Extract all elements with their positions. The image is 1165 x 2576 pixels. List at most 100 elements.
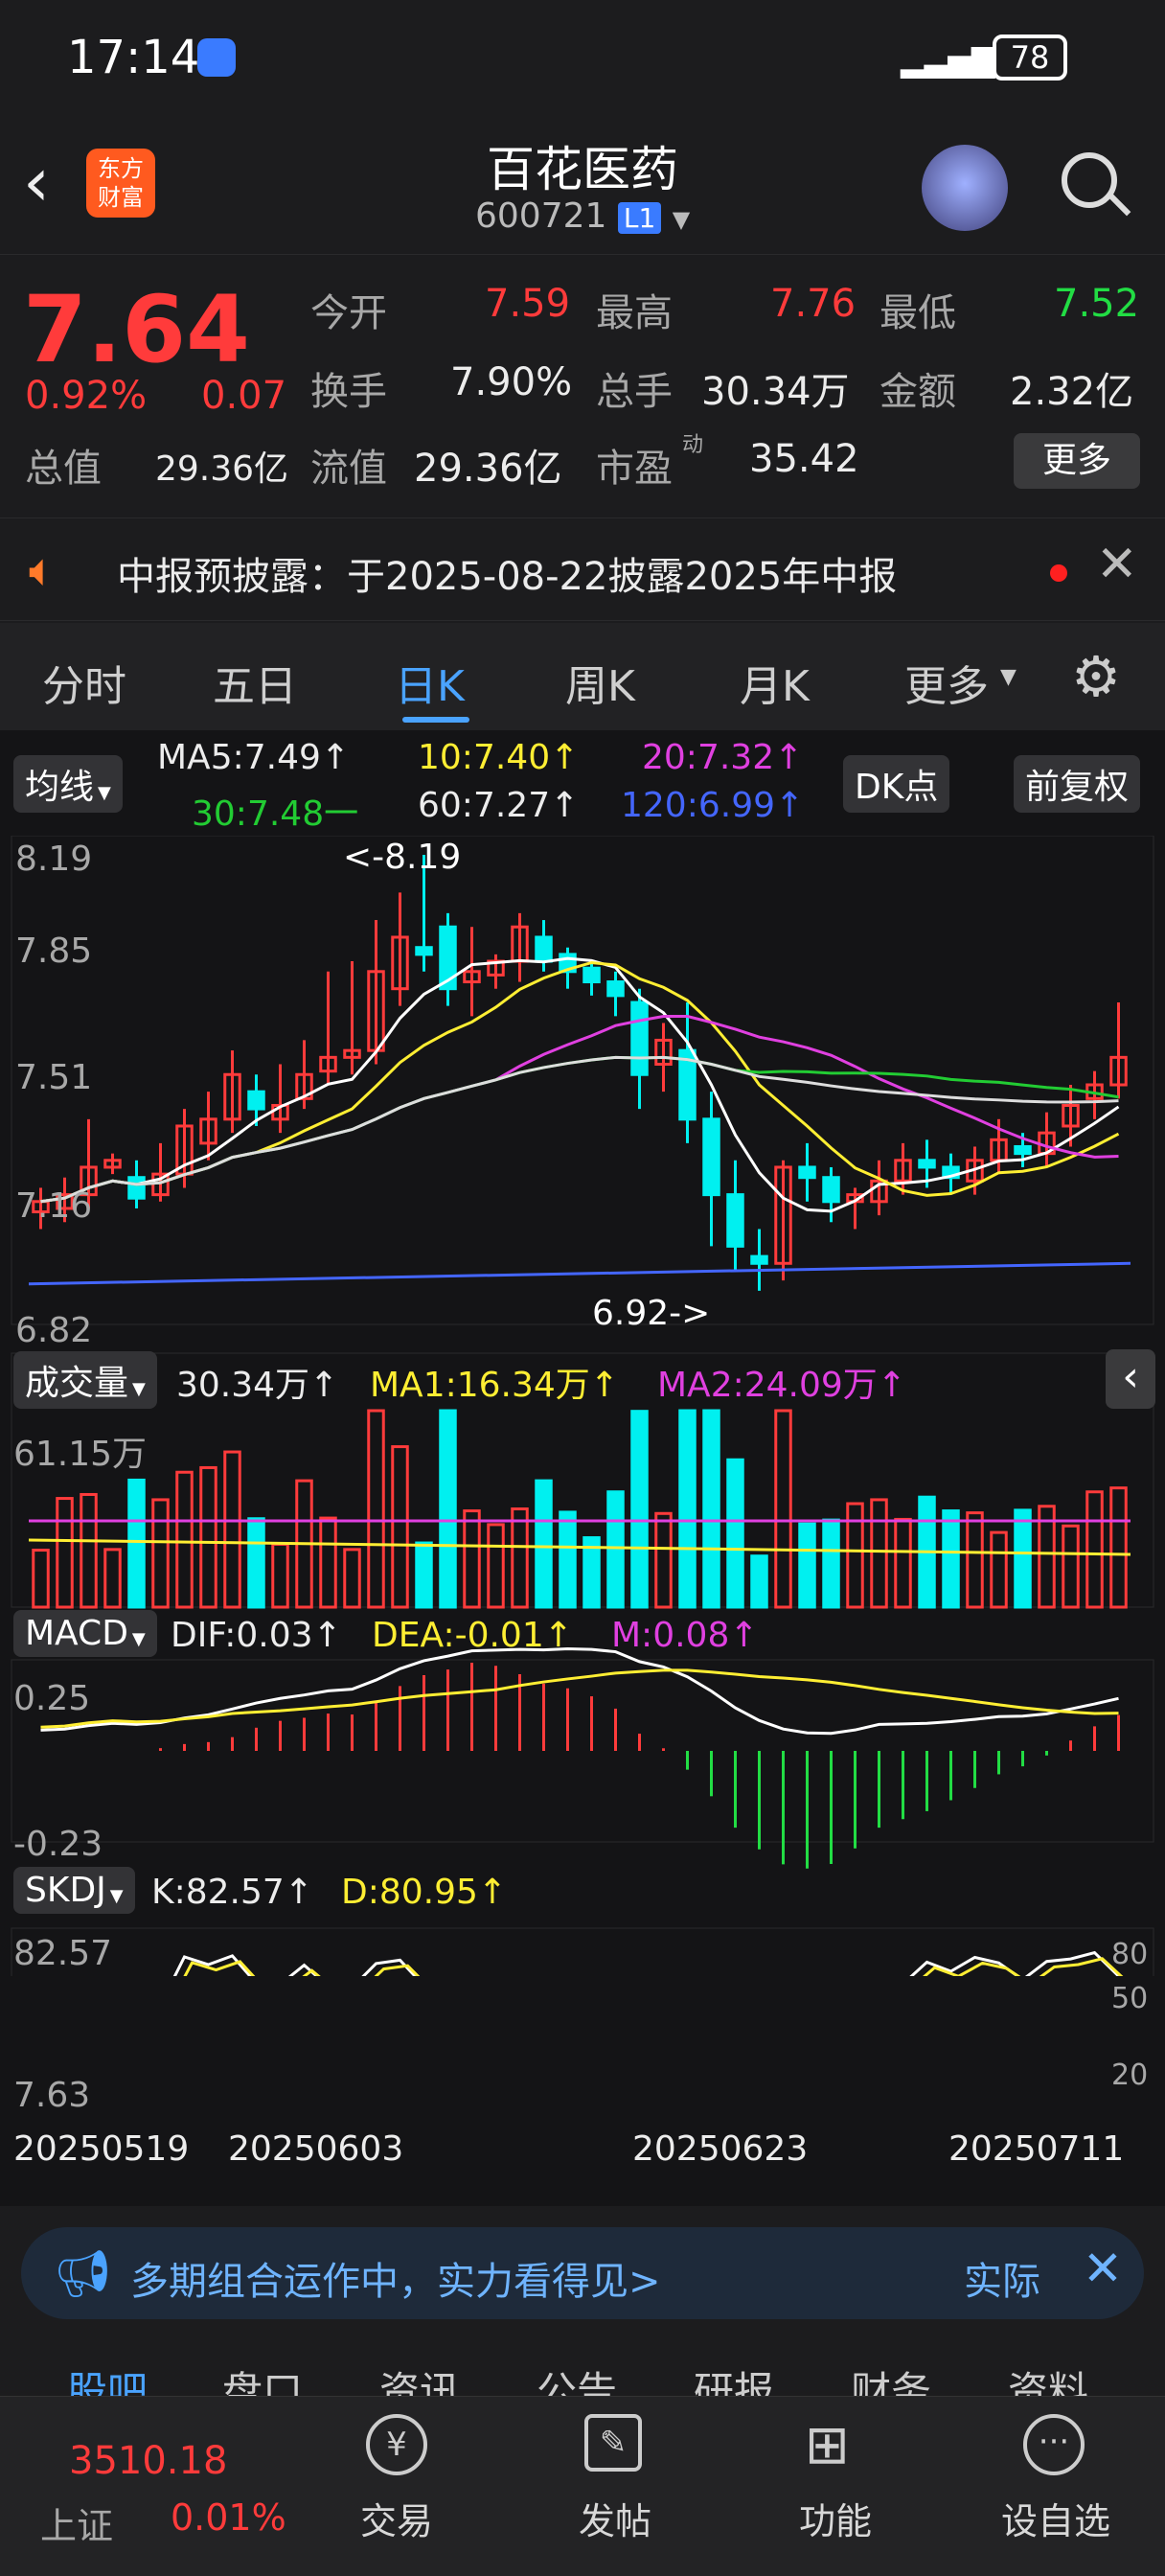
price-axis-max: 8.19 bbox=[15, 840, 93, 879]
volume-label: 总手 bbox=[596, 370, 673, 414]
collapse-panel-button[interactable]: ‹ bbox=[1106, 1349, 1155, 1409]
price-axis-min: 6.82 bbox=[15, 1311, 93, 1350]
status-time: 17:14 bbox=[67, 31, 200, 84]
volume-bar bbox=[439, 1409, 457, 1609]
ma20-label: 20:7.32↑ bbox=[642, 738, 804, 777]
tab-five-day[interactable]: 五日 bbox=[213, 652, 297, 713]
amount-value: 2.32亿 bbox=[1010, 370, 1134, 414]
nav-function[interactable]: 功能 bbox=[768, 2492, 902, 2544]
pe-sup: 动 bbox=[682, 433, 704, 457]
price-change: 0.07 bbox=[201, 374, 287, 418]
price-axis-2: 7.85 bbox=[15, 932, 93, 971]
low-label: 最低 bbox=[879, 291, 956, 335]
volume-ma1-line bbox=[28, 1538, 1131, 1556]
sub-tab-research[interactable]: 研报 bbox=[694, 2359, 774, 2396]
sub-tabs: 股吧 盘口 资讯 公告 研报 财务 资料 bbox=[0, 2338, 1165, 2396]
nav-trade[interactable]: 交易 bbox=[330, 2492, 464, 2544]
volume-bar bbox=[990, 1530, 1008, 1609]
volume-bar bbox=[32, 1549, 50, 1609]
index-value[interactable]: 3510.18 bbox=[69, 2439, 227, 2483]
candle-body bbox=[702, 1117, 720, 1197]
turnover-value: 7.90% bbox=[450, 360, 573, 404]
close-icon[interactable]: ✕ bbox=[1083, 2241, 1123, 2296]
high-value: 7.76 bbox=[770, 282, 857, 326]
volume-bar bbox=[559, 1510, 577, 1609]
volume-ma2-label: MA2:24.09万↑ bbox=[657, 1366, 906, 1405]
period-tabs: 分时 五日 日K 周K 月K 更多 ▼ ⚙ bbox=[0, 623, 1165, 730]
date-label-3: 20250623 bbox=[632, 2129, 809, 2169]
skdj-level-20: 20 bbox=[1111, 2058, 1149, 2092]
notice-text: 中报预披露：于2025-08-22披露2025年中报 bbox=[117, 555, 898, 599]
tab-intraday[interactable]: 分时 bbox=[42, 652, 126, 713]
gear-icon[interactable]: ⚙ bbox=[1071, 644, 1121, 709]
tab-daily-k[interactable]: 日K bbox=[395, 652, 465, 713]
ad-banner[interactable]: 📢︎ 多期组合运作中，实力看得见> 实际 ✕ bbox=[21, 2227, 1144, 2319]
close-icon[interactable]: ✕ bbox=[1096, 536, 1138, 593]
volume-bar bbox=[702, 1409, 720, 1609]
macd-axis-max: 0.25 bbox=[13, 1679, 91, 1718]
tab-active-indicator bbox=[402, 717, 469, 723]
open-label: 今开 bbox=[310, 291, 387, 335]
dk-point-button[interactable]: DK点 bbox=[843, 755, 950, 813]
index-pct: 0.01% bbox=[171, 2496, 286, 2539]
stock-code-row[interactable]: 600721 L1 ▼ bbox=[475, 196, 690, 236]
pe-value: 35.42 bbox=[749, 437, 859, 481]
search-icon[interactable] bbox=[1062, 152, 1117, 208]
volume-bar bbox=[80, 1492, 98, 1609]
macd-axis-min: -0.23 bbox=[13, 1825, 103, 1864]
sub-tab-news[interactable]: 资讯 bbox=[379, 2359, 460, 2396]
ma10-label: 10:7.40↑ bbox=[418, 738, 580, 777]
chevron-down-icon: ▼ bbox=[131, 1629, 146, 1649]
chevron-down-icon: ▼ bbox=[98, 783, 111, 803]
date-label-2: 20250603 bbox=[228, 2129, 404, 2169]
tab-more[interactable]: 更多 bbox=[904, 652, 989, 713]
macd-pane-frame bbox=[11, 1659, 1154, 1843]
chevron-down-icon: ▼ bbox=[672, 206, 691, 233]
tab-monthly-k[interactable]: 月K bbox=[740, 652, 810, 713]
volume-bar bbox=[678, 1409, 697, 1609]
volume-select[interactable]: 成交量 ▼ bbox=[13, 1351, 157, 1409]
skdj-select[interactable]: SKDJ ▼ bbox=[13, 1867, 135, 1914]
notice-bar[interactable]: 🔈︎ 中报预披露：于2025-08-22披露2025年中报 ✕ bbox=[0, 518, 1165, 621]
open-value: 7.59 bbox=[485, 282, 571, 326]
volume-bar bbox=[1109, 1486, 1128, 1609]
candle-body bbox=[918, 1159, 936, 1169]
macd-m-label: M:0.08↑ bbox=[611, 1616, 759, 1655]
adjust-button[interactable]: 前复权 bbox=[1014, 755, 1141, 813]
macd-select[interactable]: MACD ▼ bbox=[13, 1610, 157, 1657]
date-label-4: 20250711 bbox=[948, 2129, 1125, 2169]
volume-bar bbox=[750, 1554, 768, 1609]
volume-bar bbox=[870, 1498, 888, 1609]
volume-axis-max: 61.15万 bbox=[13, 1435, 148, 1474]
volume-bar bbox=[894, 1517, 912, 1609]
macd-dea-label: DEA:-0.01↑ bbox=[372, 1616, 573, 1655]
ma60-label: 60:7.27↑ bbox=[418, 786, 580, 825]
volume-bar bbox=[511, 1507, 529, 1609]
low-mark: 6.92-> bbox=[592, 1294, 711, 1333]
robot-avatar-icon[interactable] bbox=[922, 145, 1008, 231]
chart-area[interactable]: 均线 ▼ MA5:7.49↑ 10:7.40↑ 20:7.32↑ 30:7.48一… bbox=[0, 730, 1165, 2206]
last-price: 7.64 bbox=[23, 276, 250, 383]
price-change-pct: 0.92% bbox=[25, 374, 148, 418]
sub-tab-finance[interactable]: 财务 bbox=[851, 2359, 931, 2396]
sub-tab-profile[interactable]: 资料 bbox=[1008, 2359, 1088, 2396]
candle-body bbox=[415, 946, 433, 956]
sub-tab-orderbook[interactable]: 盘口 bbox=[222, 2359, 303, 2396]
price-axis-4: 7.16 bbox=[15, 1186, 93, 1226]
skdj-select-label: SKDJ bbox=[25, 1871, 106, 1910]
volume-bar bbox=[535, 1479, 553, 1609]
ma120-line bbox=[28, 1261, 1131, 1286]
nav-post[interactable]: 发帖 bbox=[548, 2492, 682, 2544]
more-button[interactable]: 更多 bbox=[1014, 433, 1140, 489]
ma-select[interactable]: 均线 ▼ bbox=[13, 755, 123, 813]
turnover-label: 换手 bbox=[310, 370, 387, 414]
candle-body bbox=[822, 1176, 840, 1204]
tab-weekly-k[interactable]: 周K bbox=[565, 652, 635, 713]
ad-text: 多期组合运作中，实力看得见> bbox=[130, 2260, 661, 2304]
sub-tab-forum[interactable]: 股吧 bbox=[67, 2359, 148, 2396]
sub-tab-announcements[interactable]: 公告 bbox=[537, 2359, 617, 2396]
nav-add-watchlist[interactable]: 设自选 bbox=[989, 2492, 1123, 2544]
date-label-1: 20250519 bbox=[13, 2129, 190, 2169]
volume-bar bbox=[103, 1548, 122, 1609]
candle-body bbox=[606, 980, 625, 998]
